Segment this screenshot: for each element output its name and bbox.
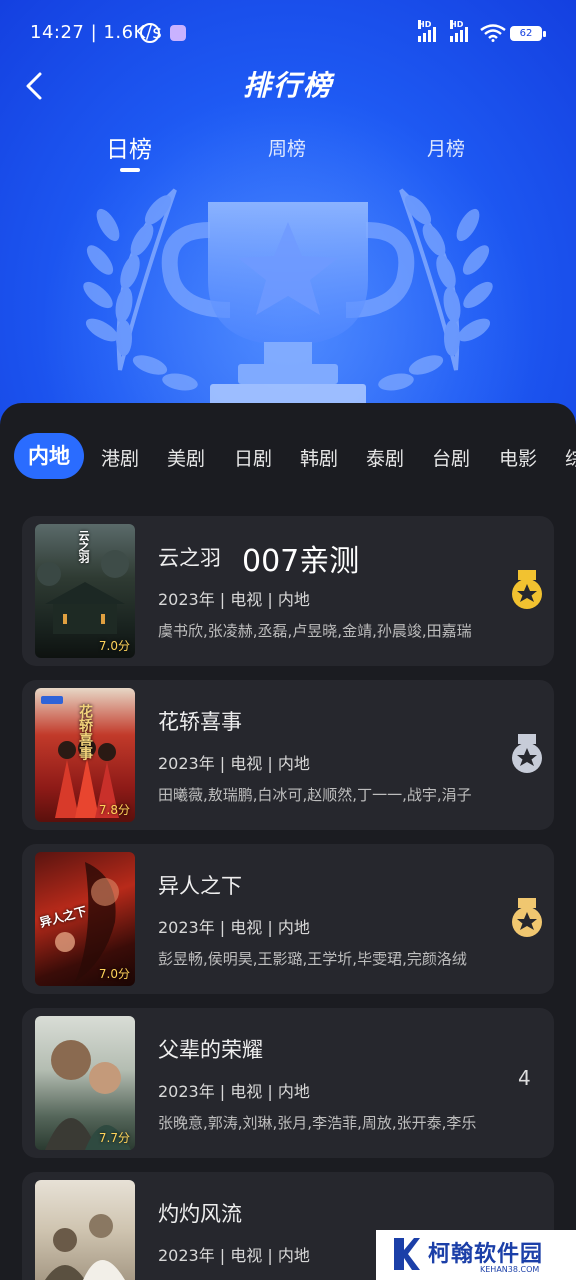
status-bar: 14:27 | 1.6K/s HD HD 62 [0, 0, 576, 66]
trophy-icon [83, 188, 493, 410]
list-item[interactable]: 云之羽 7.0分 云之羽 007亲测 2023年 | 电视 | 内地 虞书欣,张… [22, 516, 554, 666]
poster-image: 花轿喜事 7.8分 [35, 688, 135, 822]
poster-image: 云之羽 7.0分 [35, 524, 135, 658]
tab-mainland[interactable]: 内地 [14, 433, 84, 479]
bronze-medal-icon [512, 898, 542, 937]
item-title-extra: 007亲测 [242, 544, 360, 579]
silver-medal-icon [512, 734, 542, 773]
hero-banner: 14:27 | 1.6K/s HD HD 62 排行榜 日榜 周榜 月榜 [0, 0, 576, 440]
tab-daily[interactable]: 日榜 [106, 130, 152, 164]
list-item[interactable]: 花轿喜事 7.8分 花轿喜事 2023年 | 电视 | 内地 田曦薇,敖瑞鹏,白… [22, 680, 554, 830]
rank-number: 4 [518, 1066, 531, 1090]
poster-title-text: 云之羽 [77, 530, 90, 563]
item-meta: 2023年 | 电视 | 内地 [158, 1246, 310, 1265]
tab-tw[interactable]: 台剧 [432, 444, 470, 471]
poster-art [45, 1214, 125, 1280]
score-badge: 7.7分 [98, 1131, 130, 1145]
item-meta: 2023年 | 电视 | 内地 [158, 918, 310, 937]
tab-monthly[interactable]: 月榜 [427, 134, 465, 161]
tab-weekly[interactable]: 周榜 [268, 134, 306, 161]
battery-tip [543, 31, 546, 37]
list-item[interactable]: 7.7分 父辈的荣耀 2023年 | 电视 | 内地 张晚意,郭涛,刘琳,张月,… [22, 1008, 554, 1158]
watermark-name: 柯翰软件园 [428, 1242, 544, 1267]
item-title: 花轿喜事 [158, 710, 242, 734]
poster-image: 异人之下 7.0分 [35, 852, 135, 986]
item-meta: 2023年 | 电视 | 内地 [158, 1082, 310, 1101]
item-cast: 彭昱畅,侯明昊,王影璐,王学圻,毕雯珺,完颜洛绒 [158, 950, 467, 968]
poster-title-text: 花轿喜事 [77, 704, 93, 760]
tab-us[interactable]: 美剧 [167, 444, 205, 471]
item-title: 父辈的荣耀 [158, 1038, 263, 1062]
item-cast: 虞书欣,张凌赫,丞磊,卢昱晓,金靖,孙晨竣,田嘉瑞 [158, 622, 472, 640]
gold-medal-icon [512, 570, 542, 609]
wifi-icon [480, 24, 506, 42]
item-title: 灼灼风流 [158, 1202, 242, 1226]
alarm-icon [140, 23, 160, 43]
tab-movie[interactable]: 电影 [499, 444, 537, 471]
watermark-url: KEHAN38.COM [480, 1265, 540, 1274]
tab-th[interactable]: 泰剧 [366, 444, 404, 471]
poster-image: 7.7分 [35, 1016, 135, 1150]
watermark-logo-icon [394, 1238, 420, 1270]
signal-icon-2: HD [450, 20, 468, 42]
signal-icon-1: HD [418, 20, 436, 42]
list-item[interactable]: 异人之下 7.0分 异人之下 2023年 | 电视 | 内地 彭昱畅,侯明昊,王… [22, 844, 554, 994]
category-tabs: 内地 港剧 美剧 日剧 韩剧 泰剧 台剧 电影 综 [0, 430, 576, 482]
item-title: 云之羽 [158, 546, 221, 570]
item-cast: 田曦薇,敖瑞鹏,白冰可,赵顺然,丁一一,战宇,涓子 [158, 786, 472, 804]
score-badge: 7.8分 [98, 803, 130, 817]
app-notification-icon [170, 25, 186, 41]
tab-variety[interactable]: 综 [565, 444, 576, 471]
item-meta: 2023年 | 电视 | 内地 [158, 590, 310, 609]
item-cast: 张晚意,郭涛,刘琳,张月,李浩菲,周放,张开泰,李乐 [158, 1114, 477, 1132]
tab-kr[interactable]: 韩剧 [300, 444, 338, 471]
poster-image [35, 1180, 135, 1280]
item-title: 异人之下 [158, 874, 242, 898]
item-meta: 2023年 | 电视 | 内地 [158, 754, 310, 773]
watermark: 柯翰软件园 KEHAN38.COM [376, 1230, 576, 1280]
tab-hk[interactable]: 港剧 [101, 444, 139, 471]
battery-icon: 62 [510, 26, 542, 41]
page-title: 排行榜 [242, 69, 333, 102]
score-badge: 7.0分 [98, 967, 130, 981]
tab-jp[interactable]: 日剧 [234, 444, 272, 471]
score-badge: 7.0分 [98, 639, 130, 653]
